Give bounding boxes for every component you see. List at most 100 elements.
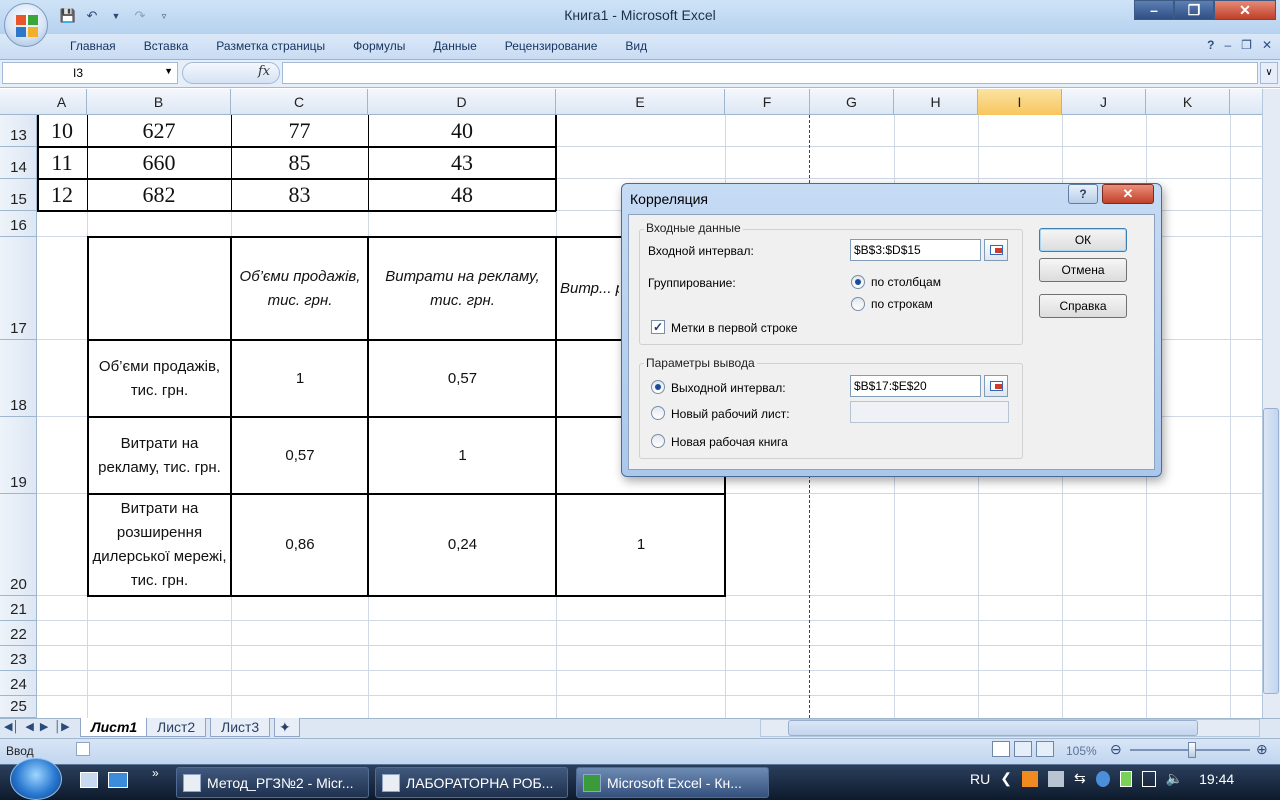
zoom-in-icon[interactable]: ⊕ bbox=[1256, 741, 1268, 758]
column-header-e[interactable]: E bbox=[556, 89, 725, 115]
cell-a14[interactable]: 11 bbox=[37, 147, 87, 179]
chevron-down-icon[interactable]: ▼ bbox=[164, 66, 173, 76]
row-header-25[interactable]: 25 bbox=[0, 696, 37, 718]
cell-c14[interactable]: 85 bbox=[231, 147, 368, 179]
ok-button[interactable]: ОК bbox=[1039, 228, 1127, 252]
quick-launch-more-icon[interactable]: » bbox=[152, 766, 159, 780]
corr-row-label-18[interactable]: Об’єми продажів, тис. грн. bbox=[88, 340, 231, 417]
formula-input[interactable] bbox=[282, 62, 1258, 84]
row-header-21[interactable]: 21 bbox=[0, 596, 37, 621]
cell-a15[interactable]: 12 bbox=[37, 179, 87, 211]
corr-row-label-20[interactable]: Витрати на розширення дилерської мережі,… bbox=[88, 494, 231, 596]
dialog-help-icon[interactable]: ? bbox=[1068, 184, 1098, 204]
row-header-13[interactable]: 13 bbox=[0, 115, 37, 147]
zoom-level[interactable]: 105% bbox=[1066, 744, 1097, 758]
page-layout-view-icon[interactable] bbox=[1014, 741, 1032, 757]
ribbon-close-icon[interactable]: ✕ bbox=[1262, 38, 1272, 52]
insert-sheet-icon[interactable]: ✦ bbox=[274, 718, 300, 737]
expand-formula-bar-icon[interactable]: ∨ bbox=[1260, 62, 1278, 84]
corr-header-d[interactable]: Витрати на рекламу, тис. грн. bbox=[369, 237, 556, 340]
tray-app2-icon[interactable] bbox=[1095, 770, 1110, 787]
row-header-14[interactable]: 14 bbox=[0, 147, 37, 179]
ribbon-minimize-icon[interactable]: – bbox=[1224, 38, 1231, 52]
close-button[interactable]: ✕ bbox=[1214, 0, 1276, 20]
row-header-16[interactable]: 16 bbox=[0, 211, 37, 237]
new-sheet-field[interactable] bbox=[850, 401, 1009, 423]
row-header-23[interactable]: 23 bbox=[0, 646, 37, 671]
corr-header-e[interactable]: Витр... розш... дилерсь... ти... bbox=[557, 237, 619, 340]
output-range-collapse-icon[interactable] bbox=[984, 375, 1008, 397]
zoom-out-icon[interactable]: ⊖ bbox=[1110, 741, 1122, 758]
tab-review[interactable]: Рецензирование bbox=[491, 39, 612, 55]
cell-c15[interactable]: 83 bbox=[231, 179, 368, 211]
cell-c19[interactable]: 0,57 bbox=[232, 417, 368, 494]
column-header-d[interactable]: D bbox=[368, 89, 556, 115]
next-sheet-icon[interactable]: ▶ bbox=[40, 720, 48, 733]
macro-record-icon[interactable] bbox=[76, 742, 90, 756]
network-icon[interactable] bbox=[1141, 770, 1156, 787]
row-header-17[interactable]: 17 bbox=[0, 237, 37, 340]
column-header-c[interactable]: C bbox=[231, 89, 368, 115]
cell-d19[interactable]: 1 bbox=[369, 417, 556, 494]
column-header-j[interactable]: J bbox=[1062, 89, 1146, 115]
tab-data[interactable]: Данные bbox=[419, 39, 490, 55]
cell-b14[interactable]: 660 bbox=[87, 147, 231, 179]
prev-sheet-icon[interactable]: ◀ bbox=[25, 720, 33, 733]
cell-e20[interactable]: 1 bbox=[557, 494, 725, 596]
column-header-g[interactable]: G bbox=[810, 89, 894, 115]
start-button[interactable] bbox=[10, 758, 62, 800]
row-header-24[interactable]: 24 bbox=[0, 671, 37, 696]
sheet-tab-2[interactable]: Лист2 bbox=[146, 718, 207, 737]
row-header-22[interactable]: 22 bbox=[0, 621, 37, 646]
by-columns-radio[interactable] bbox=[851, 275, 865, 289]
tab-home[interactable]: Главная bbox=[62, 39, 130, 55]
new-workbook-radio[interactable] bbox=[651, 434, 665, 448]
cell-d13[interactable]: 40 bbox=[368, 115, 556, 147]
dialog-close-icon[interactable]: ✕ bbox=[1102, 184, 1154, 204]
output-range-radio[interactable] bbox=[651, 380, 665, 394]
output-range-label[interactable]: Выходной интервал: bbox=[671, 381, 786, 395]
new-workbook-label[interactable]: Новая рабочая книга bbox=[671, 435, 788, 449]
taskbar-item-word-1[interactable]: Метод_РГЗ№2 - Micr... bbox=[176, 767, 369, 798]
office-button[interactable] bbox=[4, 3, 48, 47]
language-indicator[interactable]: RU bbox=[970, 771, 990, 787]
taskbar-item-word-2[interactable]: ЛАБОРАТОРНА РОБ... bbox=[375, 767, 568, 798]
help-icon[interactable]: ? bbox=[1207, 38, 1214, 52]
battery-icon[interactable] bbox=[1119, 770, 1132, 787]
column-header-h[interactable]: H bbox=[894, 89, 978, 115]
last-sheet-icon[interactable]: │▶ bbox=[54, 720, 69, 733]
insert-function-icon[interactable]: fx bbox=[258, 64, 270, 79]
vertical-scroll-thumb[interactable] bbox=[1263, 408, 1279, 694]
cell-b13[interactable]: 627 bbox=[87, 115, 231, 147]
cell-a13[interactable]: 10 bbox=[37, 115, 87, 147]
keyboard-icon[interactable] bbox=[1047, 770, 1064, 787]
volume-icon[interactable]: 🔈 bbox=[1166, 770, 1183, 787]
tab-page-layout[interactable]: Разметка страницы bbox=[202, 39, 339, 55]
cell-c20[interactable]: 0,86 bbox=[232, 494, 368, 596]
column-header-k[interactable]: K bbox=[1146, 89, 1230, 115]
row-header-19[interactable]: 19 bbox=[0, 417, 37, 494]
help-button[interactable]: Справка bbox=[1039, 294, 1127, 318]
cancel-button[interactable]: Отмена bbox=[1039, 258, 1127, 282]
column-header-a[interactable]: A bbox=[37, 89, 87, 115]
cell-d14[interactable]: 43 bbox=[368, 147, 556, 179]
cell-b15[interactable]: 682 bbox=[87, 179, 231, 211]
clock[interactable]: 19:44 bbox=[1199, 771, 1234, 787]
restore-button[interactable]: ❐ bbox=[1174, 0, 1214, 20]
row-header-20[interactable]: 20 bbox=[0, 494, 37, 596]
tab-insert[interactable]: Вставка bbox=[130, 39, 203, 55]
labels-first-row-label[interactable]: Метки в первой строке bbox=[671, 321, 798, 335]
labels-first-row-checkbox[interactable]: ✓ bbox=[651, 320, 665, 334]
row-header-15[interactable]: 15 bbox=[0, 179, 37, 211]
new-sheet-radio[interactable] bbox=[651, 406, 665, 420]
minimize-button[interactable]: – bbox=[1134, 0, 1174, 20]
taskbar-item-excel[interactable]: Microsoft Excel - Кн... bbox=[576, 767, 769, 798]
sync-icon[interactable]: ⇆ bbox=[1074, 770, 1086, 787]
show-desktop-icon[interactable] bbox=[80, 772, 98, 788]
row-header-18[interactable]: 18 bbox=[0, 340, 37, 417]
cell-d18[interactable]: 0,57 bbox=[369, 340, 556, 417]
page-break-view-icon[interactable] bbox=[1036, 741, 1054, 757]
first-sheet-icon[interactable]: ◀│ bbox=[4, 720, 19, 733]
zoom-slider-knob[interactable] bbox=[1188, 742, 1196, 758]
tab-view[interactable]: Вид bbox=[611, 39, 661, 55]
